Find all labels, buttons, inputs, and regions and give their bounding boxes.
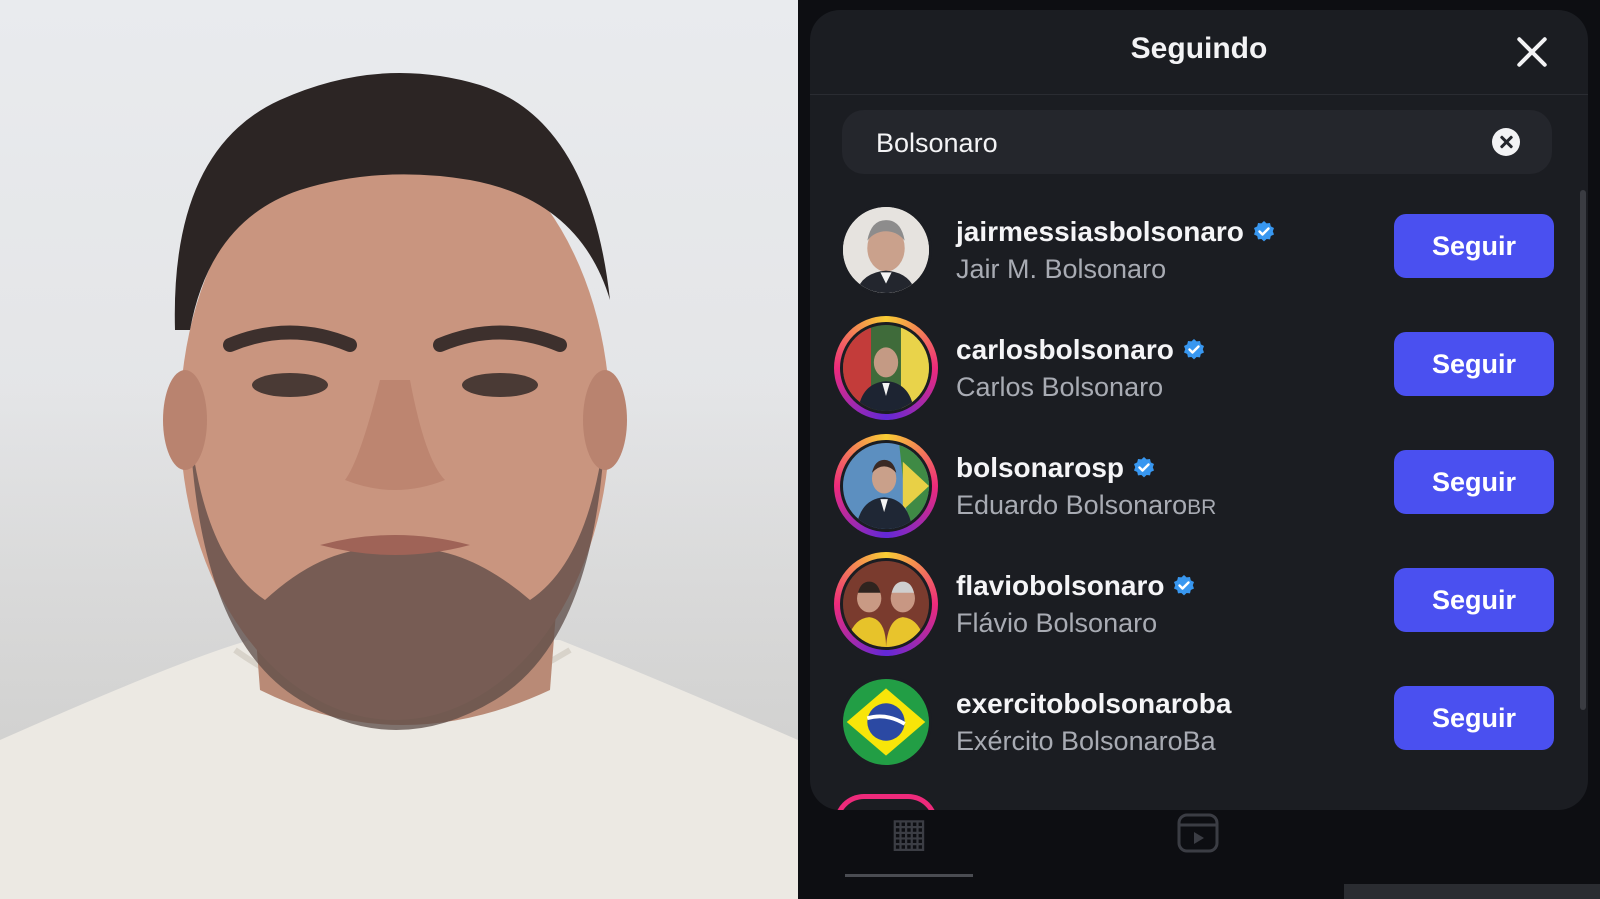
username[interactable]: carlosbolsonaro bbox=[956, 334, 1206, 366]
avatar[interactable] bbox=[834, 670, 938, 774]
list-item[interactable]: carlosbolsonaro Carlos Bolsonaro Seguir bbox=[810, 308, 1588, 428]
username[interactable]: flaviobolsonaro bbox=[956, 570, 1196, 602]
portrait-illustration bbox=[0, 73, 798, 899]
full-name: Carlos Bolsonaro bbox=[956, 372, 1164, 402]
full-name: Jair M. Bolsonaro bbox=[956, 254, 1167, 284]
verified-badge-icon bbox=[1134, 457, 1155, 478]
reels-icon[interactable] bbox=[1176, 812, 1220, 854]
avatar-image bbox=[840, 204, 932, 296]
verified-badge-icon bbox=[1174, 575, 1195, 596]
follow-button[interactable]: Seguir bbox=[1394, 686, 1554, 750]
name-suffix: BR bbox=[1187, 496, 1217, 519]
following-modal: Seguindo jairmessiasbolsonaro Jair M. Bo… bbox=[810, 10, 1588, 810]
avatar[interactable] bbox=[834, 198, 938, 302]
list-item[interactable]: bolsonarosp Eduardo BolsonaroBR Seguir bbox=[810, 426, 1588, 546]
brazil-flag-icon bbox=[843, 679, 929, 765]
search-input[interactable] bbox=[874, 110, 1478, 176]
avatar[interactable] bbox=[834, 316, 938, 420]
following-list: jairmessiasbolsonaro Jair M. Bolsonaro S… bbox=[810, 190, 1588, 810]
person-photo bbox=[0, 0, 798, 899]
avatar-image bbox=[840, 322, 932, 414]
follow-button[interactable]: Seguir bbox=[1394, 568, 1554, 632]
full-name: Exército BolsonaroBa bbox=[956, 726, 1216, 756]
bottom-bar bbox=[1344, 884, 1600, 899]
full-name: Eduardo BolsonaroBR bbox=[956, 490, 1217, 520]
verified-badge-icon bbox=[1183, 339, 1204, 360]
verified-badge-icon bbox=[1253, 221, 1274, 242]
grid-icon[interactable]: ▦ bbox=[888, 812, 930, 854]
close-icon[interactable] bbox=[1512, 32, 1552, 72]
avatar-image bbox=[840, 558, 932, 650]
list-item[interactable]: exercitobolsonaroba Exército BolsonaroBa… bbox=[810, 662, 1588, 782]
follow-button[interactable]: Seguir bbox=[1394, 332, 1554, 396]
scrollbar[interactable] bbox=[1580, 190, 1586, 710]
username[interactable]: exercitobolsonaroba bbox=[956, 688, 1231, 720]
list-item[interactable]: jairmessiasbolsonaro Jair M. Bolsonaro S… bbox=[810, 190, 1588, 310]
modal-title: Seguindo bbox=[1130, 32, 1268, 65]
avatar-image bbox=[840, 676, 932, 768]
avatar-image bbox=[840, 440, 932, 532]
search-box bbox=[842, 110, 1552, 176]
modal-header: Seguindo bbox=[810, 10, 1588, 95]
clear-icon[interactable] bbox=[1492, 128, 1520, 156]
follow-button[interactable]: Seguir bbox=[1394, 214, 1554, 278]
username[interactable]: jairmessiasbolsonaro bbox=[956, 216, 1276, 248]
avatar[interactable] bbox=[834, 434, 938, 538]
full-name: Flávio Bolsonaro bbox=[956, 608, 1158, 638]
active-tab-indicator bbox=[845, 874, 973, 877]
next-avatar-ring bbox=[834, 794, 938, 810]
follow-button[interactable]: Seguir bbox=[1394, 450, 1554, 514]
avatar[interactable] bbox=[834, 552, 938, 656]
username[interactable]: bolsonarosp bbox=[956, 452, 1156, 484]
list-item[interactable]: flaviobolsonaro Flávio Bolsonaro Seguir bbox=[810, 544, 1588, 664]
